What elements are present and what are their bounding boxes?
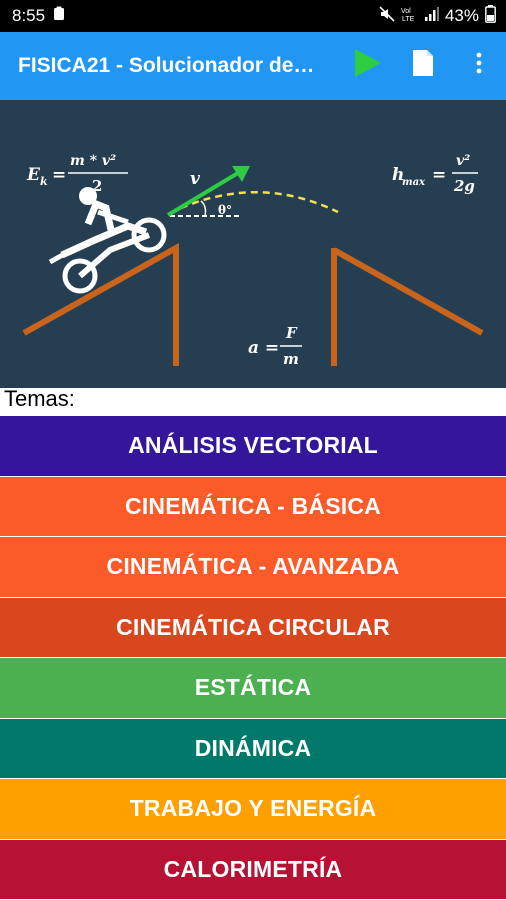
topic-list: ANÁLISIS VECTORIAL CINEMÁTICA - BÁSICA C… bbox=[0, 416, 506, 900]
formula-hmax-den: 2g bbox=[453, 177, 475, 195]
topic-label: DINÁMICA bbox=[194, 734, 312, 761]
topic-button-calorimetria[interactable]: CALORIMETRÍA bbox=[0, 839, 506, 899]
formula-hmax-sub: max bbox=[402, 177, 426, 188]
topic-label: ESTÁTICA bbox=[194, 674, 312, 701]
document-button[interactable] bbox=[404, 46, 442, 84]
topic-label: TRABAJO Y ENERGÍA bbox=[129, 795, 377, 822]
banner-illustration: E k = m * v² 2 v θ° h max = v² 2g a = F … bbox=[22, 153, 484, 368]
section-label: Temas: bbox=[4, 386, 75, 411]
right-ramp bbox=[331, 247, 484, 366]
svg-text:LTE: LTE bbox=[402, 16, 415, 22]
formula-ek-sub: k bbox=[40, 175, 48, 188]
trajectory-path bbox=[169, 191, 339, 215]
topic-label: ANÁLISIS VECTORIAL bbox=[128, 432, 378, 459]
left-ramp bbox=[22, 242, 179, 366]
battery-icon bbox=[485, 4, 496, 28]
formula-hmax-num: v² bbox=[456, 153, 470, 169]
topic-button-estatica[interactable]: ESTÁTICA bbox=[0, 658, 506, 718]
topic-button-trabajo-energia[interactable]: TRABAJO Y ENERGÍA bbox=[0, 779, 506, 839]
clipboard-icon bbox=[53, 6, 65, 26]
topic-button-cinematica-basica[interactable]: CINEMÁTICA - BÁSICA bbox=[0, 476, 506, 536]
play-icon bbox=[351, 47, 383, 84]
topic-button-analisis-vectorial[interactable]: ANÁLISIS VECTORIAL bbox=[0, 416, 506, 476]
volte-icon: Vol LTE bbox=[401, 6, 419, 27]
topic-button-cinematica-circular[interactable]: CINEMÁTICA CIRCULAR bbox=[0, 597, 506, 657]
battery-percent: 43% bbox=[444, 6, 479, 25]
status-bar: 8:55 Vol LTE 43% bbox=[0, 0, 506, 32]
svg-text:Vol: Vol bbox=[401, 8, 411, 15]
more-vert-icon bbox=[476, 52, 482, 79]
svg-text:=: = bbox=[432, 165, 446, 185]
motorcycle-rider bbox=[48, 187, 167, 294]
formula-ek-num: m * v² bbox=[70, 153, 116, 169]
topic-label: CINEMÁTICA CIRCULAR bbox=[116, 613, 390, 640]
app-title: FISICA21 - Solucionador de problemas bbox=[18, 54, 318, 77]
formula-accel-lhs: a = bbox=[248, 338, 279, 358]
velocity-label: v bbox=[190, 169, 201, 189]
angle-label: θ° bbox=[218, 203, 232, 217]
document-icon bbox=[412, 49, 434, 82]
angle-arc bbox=[200, 200, 207, 217]
formula-ek-lhs: E bbox=[26, 165, 41, 185]
app-bar: FISICA21 - Solucionador de problemas bbox=[0, 32, 506, 100]
topic-label: CALORIMETRÍA bbox=[163, 855, 343, 882]
formula-accel-den: m bbox=[283, 350, 299, 368]
topic-label: CINEMÁTICA - BÁSICA bbox=[125, 492, 381, 519]
mute-icon bbox=[379, 5, 395, 27]
formula-ek-den: 2 bbox=[92, 177, 102, 195]
formula-accel-num: F bbox=[285, 324, 298, 342]
topic-button-cinematica-avanzada[interactable]: CINEMÁTICA - AVANZADA bbox=[0, 537, 506, 597]
more-options-button[interactable] bbox=[460, 46, 498, 84]
status-time: 8:55 bbox=[12, 6, 46, 25]
signal-icon bbox=[424, 6, 439, 27]
topic-button-dinamica[interactable]: DINÁMICA bbox=[0, 718, 506, 778]
topic-label: CINEMÁTICA - AVANZADA bbox=[106, 553, 400, 580]
physics-banner: E k = m * v² 2 v θ° h max = v² 2g a = F … bbox=[0, 100, 506, 388]
play-button[interactable] bbox=[348, 46, 386, 84]
svg-text:=: = bbox=[52, 165, 66, 185]
